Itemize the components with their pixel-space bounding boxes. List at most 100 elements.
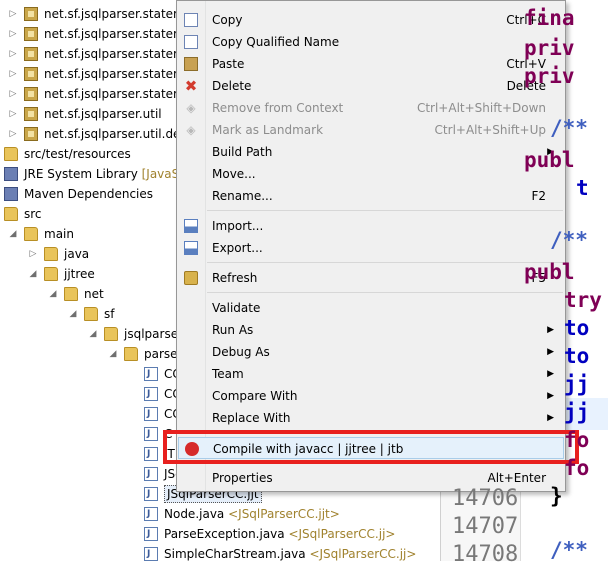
tree-expand-toggle[interactable]: ◢ bbox=[108, 344, 118, 364]
menu-item-label: Run As bbox=[212, 323, 254, 337]
tree-expand-toggle[interactable]: ◢ bbox=[48, 284, 58, 304]
menu-item-import[interactable]: Import... bbox=[178, 215, 564, 237]
folder-icon bbox=[44, 247, 58, 261]
import-icon bbox=[184, 219, 198, 233]
menu-item-paste[interactable]: Paste Ctrl+V bbox=[178, 53, 564, 75]
tree-expand-toggle[interactable]: ▷ bbox=[8, 84, 18, 104]
tree-item-name: jjtree bbox=[64, 267, 95, 281]
submenu-arrow-icon: ▶ bbox=[547, 391, 554, 401]
menu-item-copy[interactable]: Copy Ctrl+C bbox=[178, 9, 564, 31]
menu-item-validate[interactable]: Validate bbox=[178, 297, 564, 319]
tree-expand-toggle[interactable]: ◢ bbox=[68, 304, 78, 324]
code-line: to bbox=[564, 344, 590, 368]
menu-item-remove-from-context: ◈ Remove from Context Ctrl+Alt+Shift+Down bbox=[178, 97, 564, 119]
menu-item-shortcut: F2 bbox=[531, 189, 546, 203]
tree-expand-toggle[interactable]: ◢ bbox=[88, 324, 98, 344]
menu-item-compare-with[interactable]: Compare With ▶ bbox=[178, 385, 564, 407]
folder-icon bbox=[24, 227, 38, 241]
tree-item-name: net.sf.jsqlparser.statem bbox=[44, 7, 185, 21]
tree-item-label: sf bbox=[104, 304, 114, 324]
code-line: publ bbox=[524, 148, 575, 172]
tree-item-name: net bbox=[84, 287, 104, 301]
menu-item-label: Validate bbox=[212, 301, 261, 315]
folder-icon bbox=[64, 287, 78, 301]
tree-item-name: net.sf.jsqlparser.statem bbox=[44, 87, 185, 101]
tree-expand-toggle[interactable]: ▷ bbox=[8, 4, 18, 24]
menu-item-copy-qualified-name[interactable]: Copy Qualified Name bbox=[178, 31, 564, 53]
menu-item-label: Copy bbox=[212, 13, 243, 27]
tree-item-label: Maven Dependencies bbox=[24, 184, 153, 204]
tree-item-label: net.sf.jsqlparser.statem bbox=[44, 4, 185, 24]
java-file-icon bbox=[144, 544, 158, 564]
menu-separator bbox=[207, 262, 563, 263]
tree-item-name: net.sf.jsqlparser.statem bbox=[44, 67, 185, 81]
code-line: fina bbox=[524, 6, 575, 30]
java-file-icon bbox=[144, 484, 158, 504]
folder-icon bbox=[4, 207, 18, 221]
menu-item-build-path[interactable]: Build Path ▶ bbox=[178, 141, 564, 163]
menu-item-export[interactable]: Export... bbox=[178, 237, 564, 259]
tree-item[interactable]: Node.java <JSqlParserCC.jjt> bbox=[0, 504, 440, 524]
menu-item-label: Import... bbox=[212, 219, 264, 233]
menu-item-mark-as-landmark: ◈ Mark as Landmark Ctrl+Alt+Shift+Up bbox=[178, 119, 564, 141]
menu-item-team[interactable]: Team ▶ bbox=[178, 363, 564, 385]
menu-item-shortcut: Ctrl+Alt+Shift+Down bbox=[416, 101, 546, 115]
tree-item-decoration: <JSqlParserCC.jj> bbox=[284, 527, 396, 541]
package-icon bbox=[24, 87, 38, 101]
menu-separator bbox=[207, 210, 563, 211]
folder-icon bbox=[4, 147, 18, 161]
tree-expand-toggle[interactable]: ▷ bbox=[8, 124, 18, 144]
tree-expand-toggle[interactable]: ▷ bbox=[8, 44, 18, 64]
tree-item-name: sf bbox=[104, 307, 115, 321]
tree-item-label: Node.java <JSqlParserCC.jjt> bbox=[164, 504, 340, 524]
remove-context-icon: ◈ bbox=[186, 101, 196, 115]
export-icon bbox=[184, 241, 198, 255]
code-line: t bbox=[576, 176, 589, 200]
landmark-icon: ◈ bbox=[186, 123, 196, 137]
menu-item-replace-with[interactable]: Replace With ▶ bbox=[178, 407, 564, 429]
line-number: 14708 bbox=[452, 542, 519, 567]
tree-item-label: SimpleCharStream.java <JSqlParserCC.jj> bbox=[164, 544, 416, 564]
library-icon bbox=[4, 187, 18, 201]
menu-item-label: Move... bbox=[212, 167, 256, 181]
tree-expand-toggle[interactable]: ▷ bbox=[8, 24, 18, 44]
code-line: fo bbox=[564, 456, 590, 480]
tree-item[interactable]: ParseException.java <JSqlParserCC.jj> bbox=[0, 524, 440, 544]
package-icon bbox=[24, 7, 38, 21]
menu-item-label: Export... bbox=[212, 241, 263, 255]
tree-item-label: net.sf.jsqlparser.statem bbox=[44, 64, 185, 84]
tree-item-name: net.sf.jsqlparser.statem bbox=[44, 27, 185, 41]
package-icon bbox=[24, 107, 38, 121]
submenu-arrow-icon: ▶ bbox=[547, 325, 554, 335]
code-line: to bbox=[564, 316, 590, 340]
annotation-highlight-box bbox=[163, 430, 579, 464]
tree-item-label: net.sf.jsqlparser.statem bbox=[44, 24, 185, 44]
menu-item-label: Compare With bbox=[212, 389, 298, 403]
package-icon bbox=[24, 47, 38, 61]
tree-expand-toggle[interactable]: ◢ bbox=[8, 224, 18, 244]
menu-item-delete[interactable]: ✖ Delete Delete bbox=[178, 75, 564, 97]
menu-item-debug-as[interactable]: Debug As ▶ bbox=[178, 341, 564, 363]
menu-item-refresh[interactable]: Refresh F5 bbox=[178, 267, 564, 289]
tree-expand-toggle[interactable]: ▷ bbox=[8, 104, 18, 124]
line-number: 14707 bbox=[452, 514, 519, 539]
line-number: 14706 bbox=[452, 486, 519, 511]
tree-expand-toggle[interactable]: ▷ bbox=[28, 244, 38, 264]
menu-item-move[interactable]: Move... bbox=[178, 163, 564, 185]
java-file-icon bbox=[144, 404, 158, 424]
folder-icon bbox=[84, 307, 98, 321]
tree-item[interactable]: SimpleCharStream.java <JSqlParserCC.jj> bbox=[0, 544, 440, 564]
menu-item-label: Mark as Landmark bbox=[212, 123, 324, 137]
java-file-icon bbox=[144, 444, 158, 464]
code-line: try bbox=[564, 288, 602, 312]
menu-item-label: Rename... bbox=[212, 189, 273, 203]
menu-item-rename[interactable]: Rename... F2 bbox=[178, 185, 564, 207]
code-line: publ bbox=[524, 260, 575, 284]
tree-expand-toggle[interactable]: ▷ bbox=[8, 64, 18, 84]
menu-item-label: Properties bbox=[212, 471, 273, 485]
menu-item-run-as[interactable]: Run As ▶ bbox=[178, 319, 564, 341]
tree-item-label: net bbox=[84, 284, 104, 304]
code-line: /** bbox=[550, 538, 588, 562]
java-file-icon bbox=[144, 424, 158, 444]
tree-expand-toggle[interactable]: ◢ bbox=[28, 264, 38, 284]
